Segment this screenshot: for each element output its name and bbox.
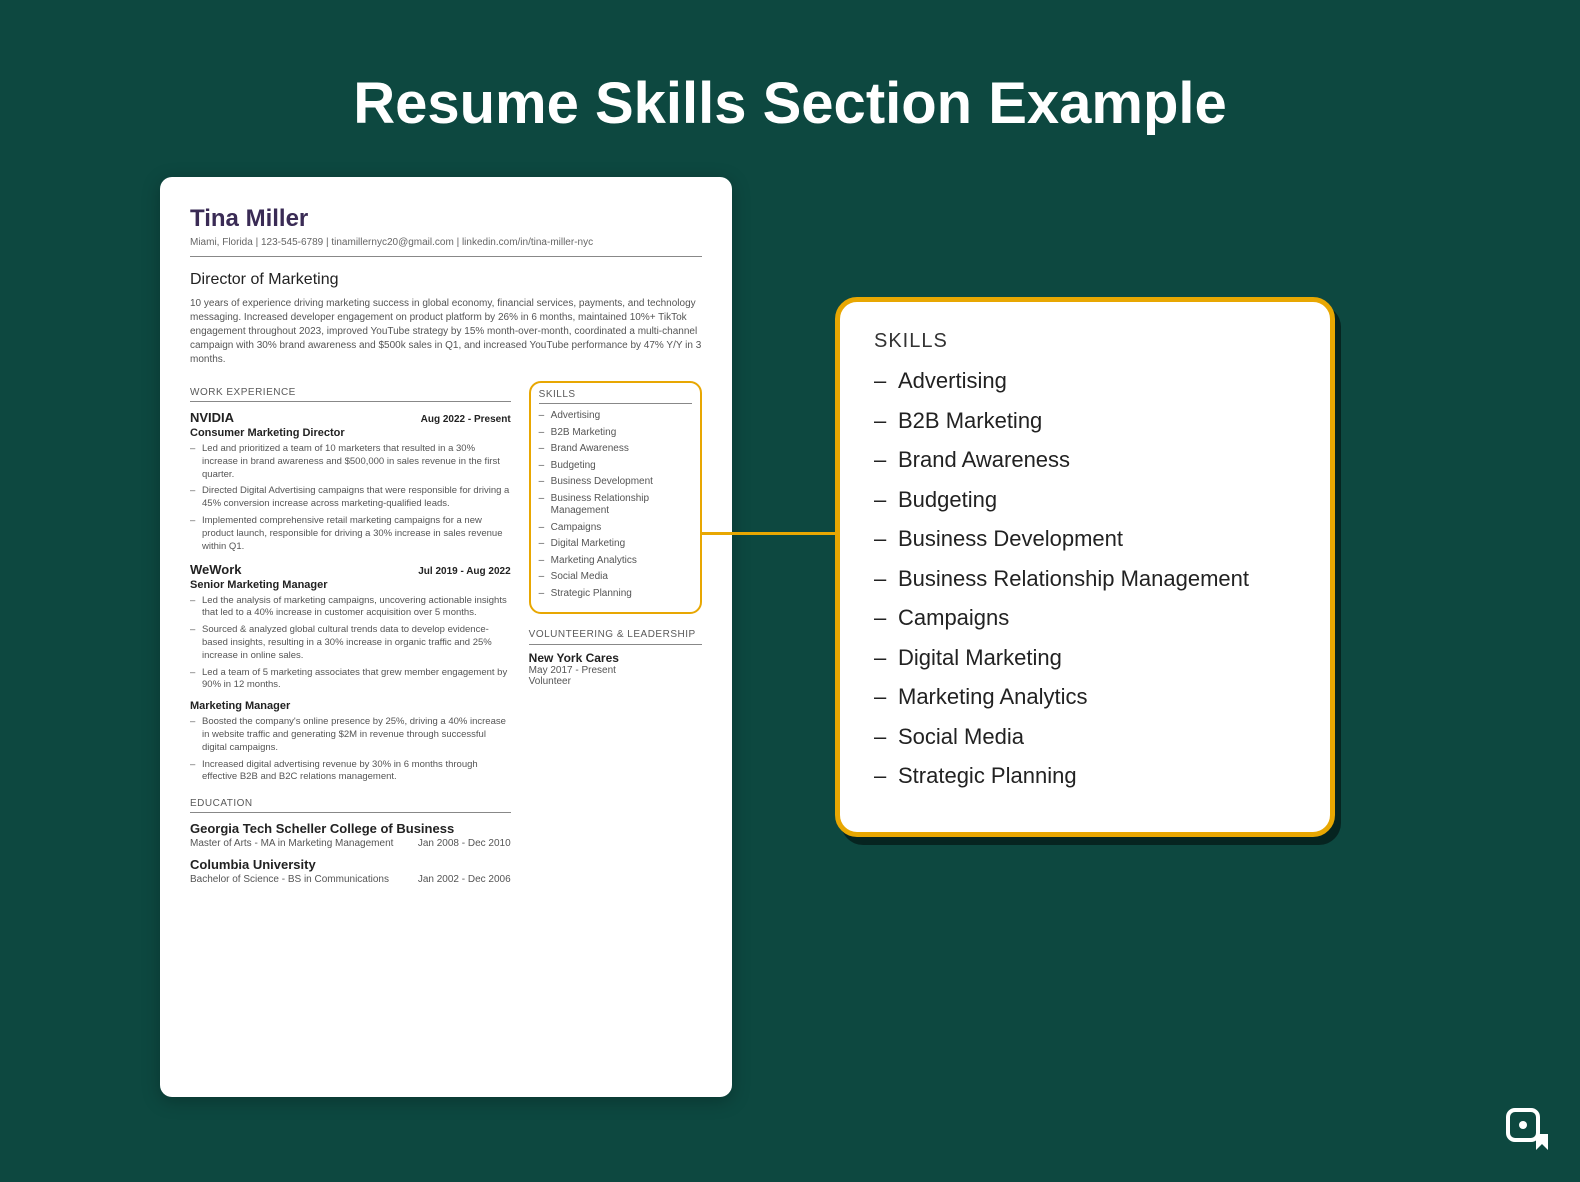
resume-summary: 10 years of experience driving marketing… xyxy=(190,297,702,367)
vol-role: Volunteer xyxy=(529,676,702,687)
callout-item: Strategic Planning xyxy=(874,762,1300,790)
section-education-label: EDUCATION xyxy=(190,798,511,813)
job-bullet: Sourced & analyzed global cultural trend… xyxy=(190,624,511,662)
callout-item: Social Media xyxy=(874,723,1300,751)
skill-item: Social Media xyxy=(539,571,692,584)
resume-role: Director of Marketing xyxy=(190,271,702,289)
edu-degree: Master of Arts - MA in Marketing Managem… xyxy=(190,838,393,849)
job-title: Marketing Manager xyxy=(190,700,511,712)
job-bullet: Led a team of 5 marketing associates tha… xyxy=(190,667,511,693)
section-work-label: WORK EXPERIENCE xyxy=(190,387,511,402)
job-bullets: Boosted the company's online presence by… xyxy=(190,716,511,784)
resume-right-column: SKILLS Advertising B2B Marketing Brand A… xyxy=(529,383,702,885)
callout-item: Business Development xyxy=(874,525,1300,553)
resume-left-column: WORK EXPERIENCE NVIDIA Aug 2022 - Presen… xyxy=(190,383,511,885)
callout-heading: SKILLS xyxy=(874,330,1300,353)
job-bullet: Led the analysis of marketing campaigns,… xyxy=(190,595,511,621)
section-volunteering-label: VOLUNTEERING & LEADERSHIP xyxy=(529,628,702,645)
job-block: Marketing Manager Boosted the company's … xyxy=(190,700,511,784)
skill-item: Digital Marketing xyxy=(539,538,692,551)
stage: Tina Miller Miami, Florida | 123-545-678… xyxy=(0,137,1580,1169)
job-dates: Jul 2019 - Aug 2022 xyxy=(418,566,510,577)
edu-dates: Jan 2002 - Dec 2006 xyxy=(418,874,511,885)
job-bullets: Led the analysis of marketing campaigns,… xyxy=(190,595,511,693)
education-block: Columbia University Bachelor of Science … xyxy=(190,857,511,885)
resume-card: Tina Miller Miami, Florida | 123-545-678… xyxy=(160,177,732,1097)
callout-item: Budgeting xyxy=(874,486,1300,514)
edu-dates: Jan 2008 - Dec 2010 xyxy=(418,838,511,849)
education-block: Georgia Tech Scheller College of Busines… xyxy=(190,821,511,849)
callout-item: Business Relationship Management xyxy=(874,565,1300,593)
skill-item: Business Relationship Management xyxy=(539,493,692,518)
job-bullet: Led and prioritized a team of 10 markete… xyxy=(190,443,511,481)
page-title: Resume Skills Section Example xyxy=(0,0,1580,137)
skill-item: Marketing Analytics xyxy=(539,555,692,568)
callout-item: B2B Marketing xyxy=(874,407,1300,435)
job-company: NVIDIA xyxy=(190,410,234,425)
job-company: WeWork xyxy=(190,562,242,577)
skill-item: Business Development xyxy=(539,476,692,489)
skill-item: Strategic Planning xyxy=(539,588,692,601)
job-bullet: Increased digital advertising revenue by… xyxy=(190,759,511,785)
job-bullet: Boosted the company's online presence by… xyxy=(190,716,511,754)
callout-item: Advertising xyxy=(874,367,1300,395)
job-block: WeWork Jul 2019 - Aug 2022 Senior Market… xyxy=(190,562,511,693)
skill-item: Brand Awareness xyxy=(539,443,692,456)
skill-item: B2B Marketing xyxy=(539,427,692,440)
callout-item: Campaigns xyxy=(874,604,1300,632)
callout-item: Digital Marketing xyxy=(874,644,1300,672)
skill-item: Advertising xyxy=(539,410,692,423)
job-title: Senior Marketing Manager xyxy=(190,579,511,591)
section-skills-label: SKILLS xyxy=(539,389,692,404)
job-title: Consumer Marketing Director xyxy=(190,427,511,439)
edu-degree: Bachelor of Science - BS in Communicatio… xyxy=(190,874,389,885)
skills-small-list: Advertising B2B Marketing Brand Awarenes… xyxy=(539,410,692,600)
job-bullets: Led and prioritized a team of 10 markete… xyxy=(190,443,511,554)
volunteering-block: VOLUNTEERING & LEADERSHIP New York Cares… xyxy=(529,628,702,687)
edu-school: Georgia Tech Scheller College of Busines… xyxy=(190,821,511,836)
callout-list: Advertising B2B Marketing Brand Awarenes… xyxy=(874,367,1300,790)
job-bullet: Implemented comprehensive retail marketi… xyxy=(190,515,511,553)
skill-item: Budgeting xyxy=(539,460,692,473)
resume-name: Tina Miller xyxy=(190,205,702,233)
vol-org: New York Cares xyxy=(529,651,702,665)
job-bullet: Directed Digital Advertising campaigns t… xyxy=(190,485,511,511)
connector-line xyxy=(700,532,840,535)
skill-item: Campaigns xyxy=(539,522,692,535)
callout-item: Marketing Analytics xyxy=(874,683,1300,711)
edu-school: Columbia University xyxy=(190,857,511,872)
skills-highlight-box: SKILLS Advertising B2B Marketing Brand A… xyxy=(529,381,702,614)
job-dates: Aug 2022 - Present xyxy=(421,414,511,425)
brand-logo-icon xyxy=(1502,1104,1552,1154)
vol-dates: May 2017 - Present xyxy=(529,665,702,676)
callout-item: Brand Awareness xyxy=(874,446,1300,474)
skills-callout-card: SKILLS Advertising B2B Marketing Brand A… xyxy=(835,297,1335,837)
job-block: NVIDIA Aug 2022 - Present Consumer Marke… xyxy=(190,410,511,554)
resume-contact: Miami, Florida | 123-545-6789 | tinamill… xyxy=(190,237,702,257)
